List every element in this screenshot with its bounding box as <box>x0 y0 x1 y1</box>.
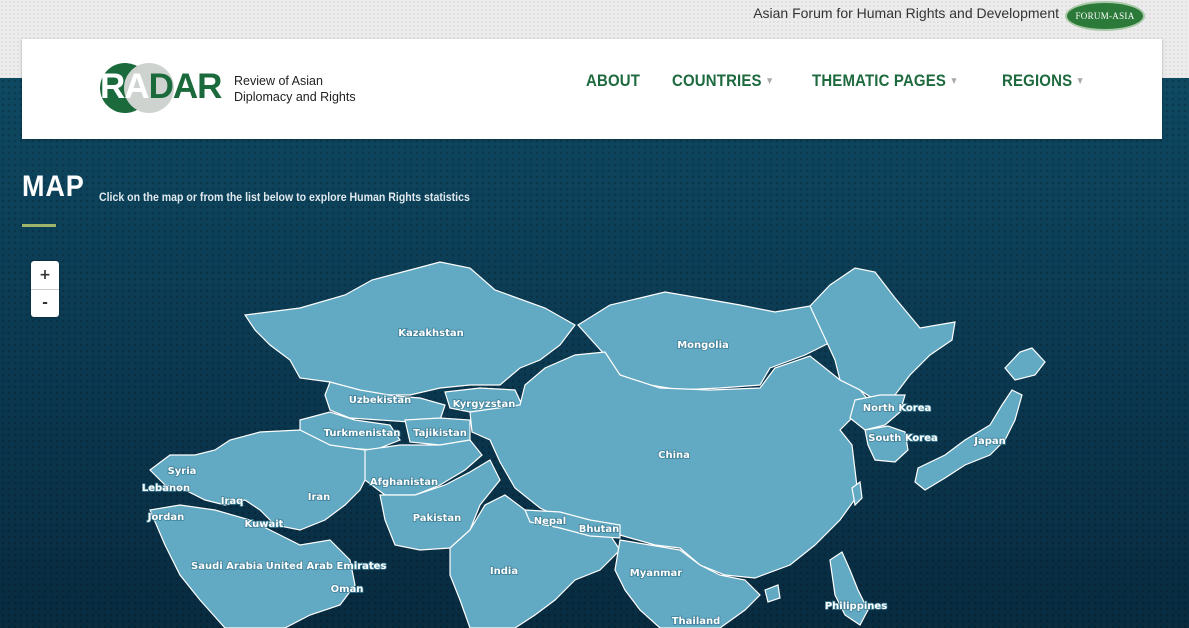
map-label[interactable]: Thailand <box>671 615 721 628</box>
map-label[interactable]: South Korea <box>867 432 938 445</box>
map-label[interactable]: China <box>657 449 690 462</box>
map-label[interactable]: Pakistan <box>412 512 462 525</box>
map-label[interactable]: Afghanistan <box>369 476 439 489</box>
region-hokkaido[interactable] <box>1004 347 1046 381</box>
map-label[interactable]: Bhutan <box>578 523 620 536</box>
map-label[interactable]: India <box>489 565 519 578</box>
map-label[interactable]: Syria <box>167 465 197 478</box>
map-label[interactable]: Philippines <box>824 600 888 613</box>
map-label[interactable]: North Korea <box>862 402 932 415</box>
region-philippines[interactable] <box>829 551 869 626</box>
zoom-control: + - <box>31 261 59 317</box>
map-label[interactable]: Iraq <box>220 495 244 508</box>
map-label[interactable]: Uzbekistan <box>348 394 412 407</box>
map-label[interactable]: Nepal <box>533 515 567 528</box>
map-label[interactable]: Kuwait <box>244 518 285 531</box>
region-south-korea[interactable] <box>864 425 909 463</box>
region-hainan[interactable] <box>764 584 781 603</box>
map-label[interactable]: Oman <box>330 583 364 596</box>
map-label[interactable]: Jordan <box>146 511 185 524</box>
zoom-in-button[interactable]: + <box>31 261 59 289</box>
map-label[interactable]: Myanmar <box>629 567 683 580</box>
zoom-out-button[interactable]: - <box>31 289 59 316</box>
map-label[interactable]: Iran <box>307 491 331 504</box>
map-label[interactable]: Kazakhstan <box>397 327 464 340</box>
map-label[interactable]: Turkmenistan <box>323 427 401 440</box>
asia-map[interactable]: Kazakhstan Mongolia Uzbekistan Kyrgyzsta… <box>0 0 1189 628</box>
map-label[interactable]: Japan <box>972 435 1006 448</box>
map-label[interactable]: Mongolia <box>676 339 729 352</box>
map-label[interactable]: Tajikistan <box>412 427 467 440</box>
map-label[interactable]: United Arab Emirates <box>265 560 387 573</box>
map-label[interactable]: Lebanon <box>141 482 191 495</box>
map-label[interactable]: Saudi Arabia <box>190 560 263 573</box>
map-label[interactable]: Kyrgyzstan <box>452 398 516 411</box>
